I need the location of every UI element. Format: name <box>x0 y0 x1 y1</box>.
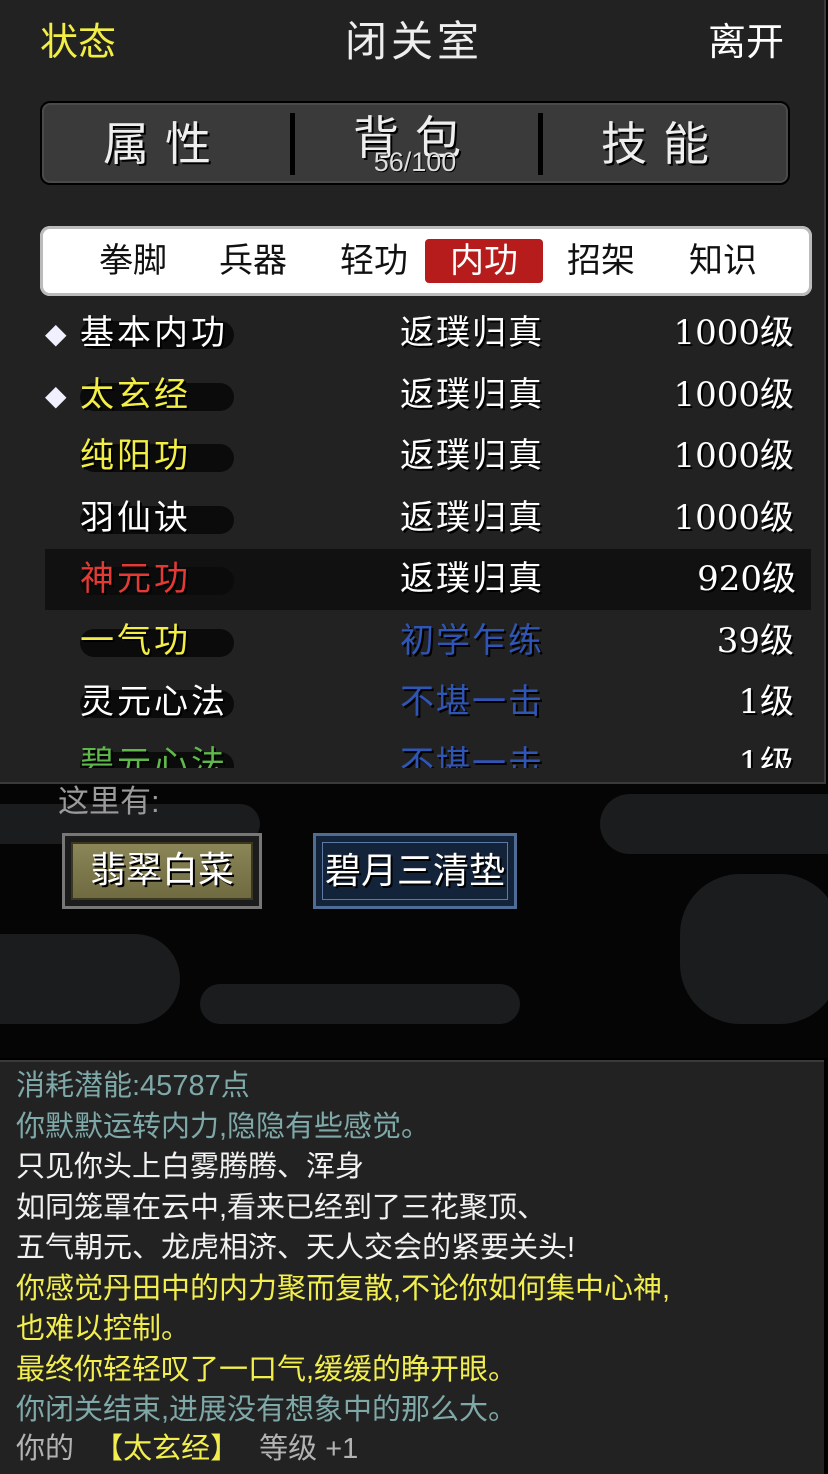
skill-name: 灵元心法 <box>80 682 228 722</box>
mist-decoration <box>680 874 828 1024</box>
item-label: 碧月三清垫 <box>322 842 508 900</box>
skill-category-tabs: 拳脚 兵器 轻功 内功 招架 知识 <box>40 226 812 296</box>
skill-name: 基本内功 <box>80 313 228 353</box>
item-meditation-cushion[interactable]: 碧月三清垫 <box>313 833 517 909</box>
tab-bag[interactable]: 背包 56/100 <box>292 103 538 183</box>
log-line: 也难以控制。 <box>16 1313 191 1345</box>
equipped-marker-icon: ◆ <box>45 317 67 350</box>
skill-grade: 返璞归真 <box>400 313 544 353</box>
log-line: 五气朝元、龙虎相济、天人交会的紧要关头! <box>16 1232 576 1264</box>
subtab-3[interactable]: 内功 <box>425 239 543 283</box>
subtab-4[interactable]: 招架 <box>542 239 660 283</box>
skills-panel: 状态 闭关室 离开 属性 背包 56/100 技能 拳脚 兵器 轻功 内功 招架 知识 ◆… <box>0 0 826 784</box>
subtab-0[interactable]: 拳脚 <box>74 239 192 283</box>
skill-name: 碧元心法 <box>80 743 228 769</box>
log-prefix: 你的 <box>16 1433 75 1465</box>
skill-grade: 初学乍练 <box>400 620 544 661</box>
skill-row[interactable]: 碧元心法 不堪一击 1级 <box>0 734 824 769</box>
skill-level: 39级 <box>716 620 794 661</box>
skill-row[interactable]: 灵元心法 不堪一击 1级 <box>0 672 824 733</box>
tab-attributes-label: 属性 <box>103 117 227 171</box>
log-line: 你默默运转内力,隐隐有些感觉。 <box>16 1110 431 1143</box>
equipped-marker-icon: ◆ <box>45 378 67 412</box>
log-line: 最终你轻轻叹了一口气,缓缓的睁开眼。 <box>16 1353 518 1386</box>
skill-grade: 不堪一击 <box>400 682 544 722</box>
skill-name: 羽仙诀 <box>80 497 191 538</box>
location-area: 这里有: 翡翠白菜 碧月三清垫 <box>0 784 828 1058</box>
log-line-level-up: 你的 【太玄经】 等级 +1 <box>16 1429 358 1469</box>
skill-name: 太玄经 <box>80 374 191 415</box>
skill-level: 1000级 <box>673 436 794 476</box>
tab-skills[interactable]: 技能 <box>540 103 786 183</box>
main-tab-bar: 属性 背包 56/100 技能 <box>40 101 790 185</box>
skill-grade: 返璞归真 <box>400 436 544 476</box>
log-line: 如同笼罩在云中,看来已经到了三花聚顶、 <box>16 1191 547 1224</box>
message-log: 消耗潜能:45787点你默默运转内力,隐隐有些感觉。 只见你头上白雾腾腾、浑身如同… <box>0 1060 824 1474</box>
log-skill-name: 【太玄经】 <box>94 1433 240 1465</box>
mist-decoration <box>600 794 828 854</box>
skill-name: 纯阳功 <box>80 436 191 476</box>
skill-level: 1000级 <box>673 497 794 538</box>
skill-grade: 返璞归真 <box>400 497 544 538</box>
bag-capacity: 56/100 <box>373 147 457 177</box>
tab-skills-label: 技能 <box>601 117 725 171</box>
skill-row[interactable]: 一气功 初学乍练 39级 <box>0 611 824 672</box>
skill-row[interactable]: 纯阳功 返璞归真 1000级 <box>0 426 824 487</box>
mist-decoration <box>0 934 180 1024</box>
leave-button[interactable]: 离开 <box>708 14 784 70</box>
skill-row[interactable]: ◆ 基本内功 返璞归真 1000级 <box>0 303 824 364</box>
mist-decoration <box>200 984 520 1024</box>
skill-level: 1000级 <box>673 374 794 415</box>
skill-level: 1000级 <box>673 313 794 353</box>
skill-list[interactable]: ◆ 基本内功 返璞归真 1000级 ◆ 太玄经 返璞归真 1000级 纯阳功 返璞归真 1000级羽… <box>0 303 824 768</box>
skill-row[interactable]: 羽仙诀 返璞归真 1000级 <box>0 488 824 549</box>
subtab-1[interactable]: 兵器 <box>194 239 312 283</box>
skill-row[interactable]: ◆ 太玄经 返璞归真 1000级 <box>0 365 824 426</box>
skill-level: 1级 <box>738 743 794 769</box>
skill-level: 1级 <box>738 682 794 722</box>
log-line: 你感觉丹田中的内力聚而复散,不论你如何集中心神, <box>16 1272 671 1305</box>
log-suffix: 等级 +1 <box>259 1433 359 1465</box>
skill-level: 920级 <box>697 559 796 599</box>
tab-attributes[interactable]: 属性 <box>42 103 288 183</box>
item-jade-cabbage[interactable]: 翡翠白菜 <box>62 833 262 909</box>
subtab-5[interactable]: 知识 <box>664 239 782 283</box>
skill-grade: 返璞归真 <box>400 374 544 415</box>
skill-grade: 返璞归真 <box>400 559 544 599</box>
skill-name: 神元功 <box>80 559 191 599</box>
log-line: 只见你头上白雾腾腾、浑身 <box>16 1151 365 1183</box>
log-line: 你闭关结束,进展没有想象中的那么大。 <box>16 1394 518 1426</box>
here-label: 这里有: <box>58 784 160 819</box>
skill-name: 一气功 <box>80 620 191 661</box>
skill-grade: 不堪一击 <box>400 743 544 769</box>
log-line: 消耗潜能:45787点 <box>16 1070 250 1102</box>
skill-row[interactable]: 神元功 返璞归真 920级 <box>45 549 811 610</box>
item-label: 翡翠白菜 <box>71 842 253 900</box>
subtab-2[interactable]: 轻功 <box>315 239 433 283</box>
room-title: 闭关室 <box>344 17 483 66</box>
